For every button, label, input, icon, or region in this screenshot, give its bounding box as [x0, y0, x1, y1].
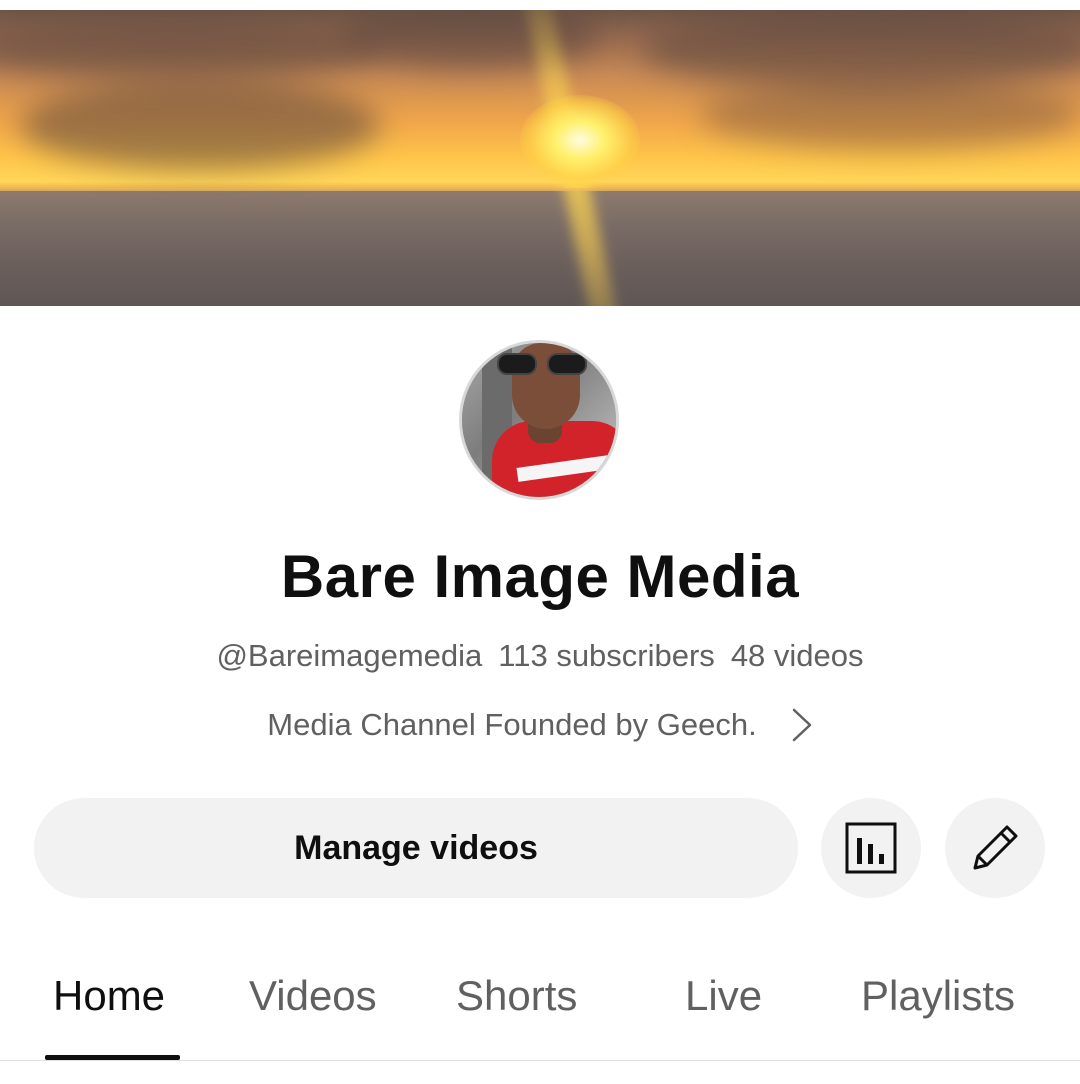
manage-videos-button[interactable]: Manage videos [34, 798, 798, 898]
tabs-divider [0, 1060, 1080, 1061]
video-count: 48 videos [730, 638, 864, 673]
channel-description: Media Channel Founded by Geech. [267, 707, 757, 742]
analytics-button[interactable] [821, 798, 921, 898]
tab-videos[interactable]: Videos [249, 972, 377, 1020]
channel-name: Bare Image Media [280, 543, 800, 610]
edit-channel-button[interactable] [945, 798, 1045, 898]
channel-banner [0, 10, 1080, 306]
analytics-bar-chart-icon [845, 822, 897, 874]
chevron-right-icon [792, 708, 811, 742]
pencil-icon [973, 825, 1018, 870]
tab-home[interactable]: Home [53, 972, 165, 1020]
tab-live[interactable]: Live [685, 972, 762, 1020]
channel-page: Bare Image Media @Bareimagemedia 113 subs… [0, 0, 1080, 1084]
tab-shorts[interactable]: Shorts [456, 972, 577, 1020]
channel-meta: @Bareimagemedia 113 subscribers 48 videos [0, 638, 1080, 674]
channel-handle: @Bareimagemedia [216, 638, 483, 673]
subscriber-count: 113 subscribers [498, 638, 715, 673]
channel-avatar[interactable] [459, 340, 619, 500]
tab-playlists[interactable]: Playlists [861, 972, 1015, 1020]
channel-tabs: Home Videos Shorts Live Playlists [0, 960, 1080, 1060]
channel-description-link[interactable]: Media Channel Founded by Geech. [0, 703, 1080, 747]
